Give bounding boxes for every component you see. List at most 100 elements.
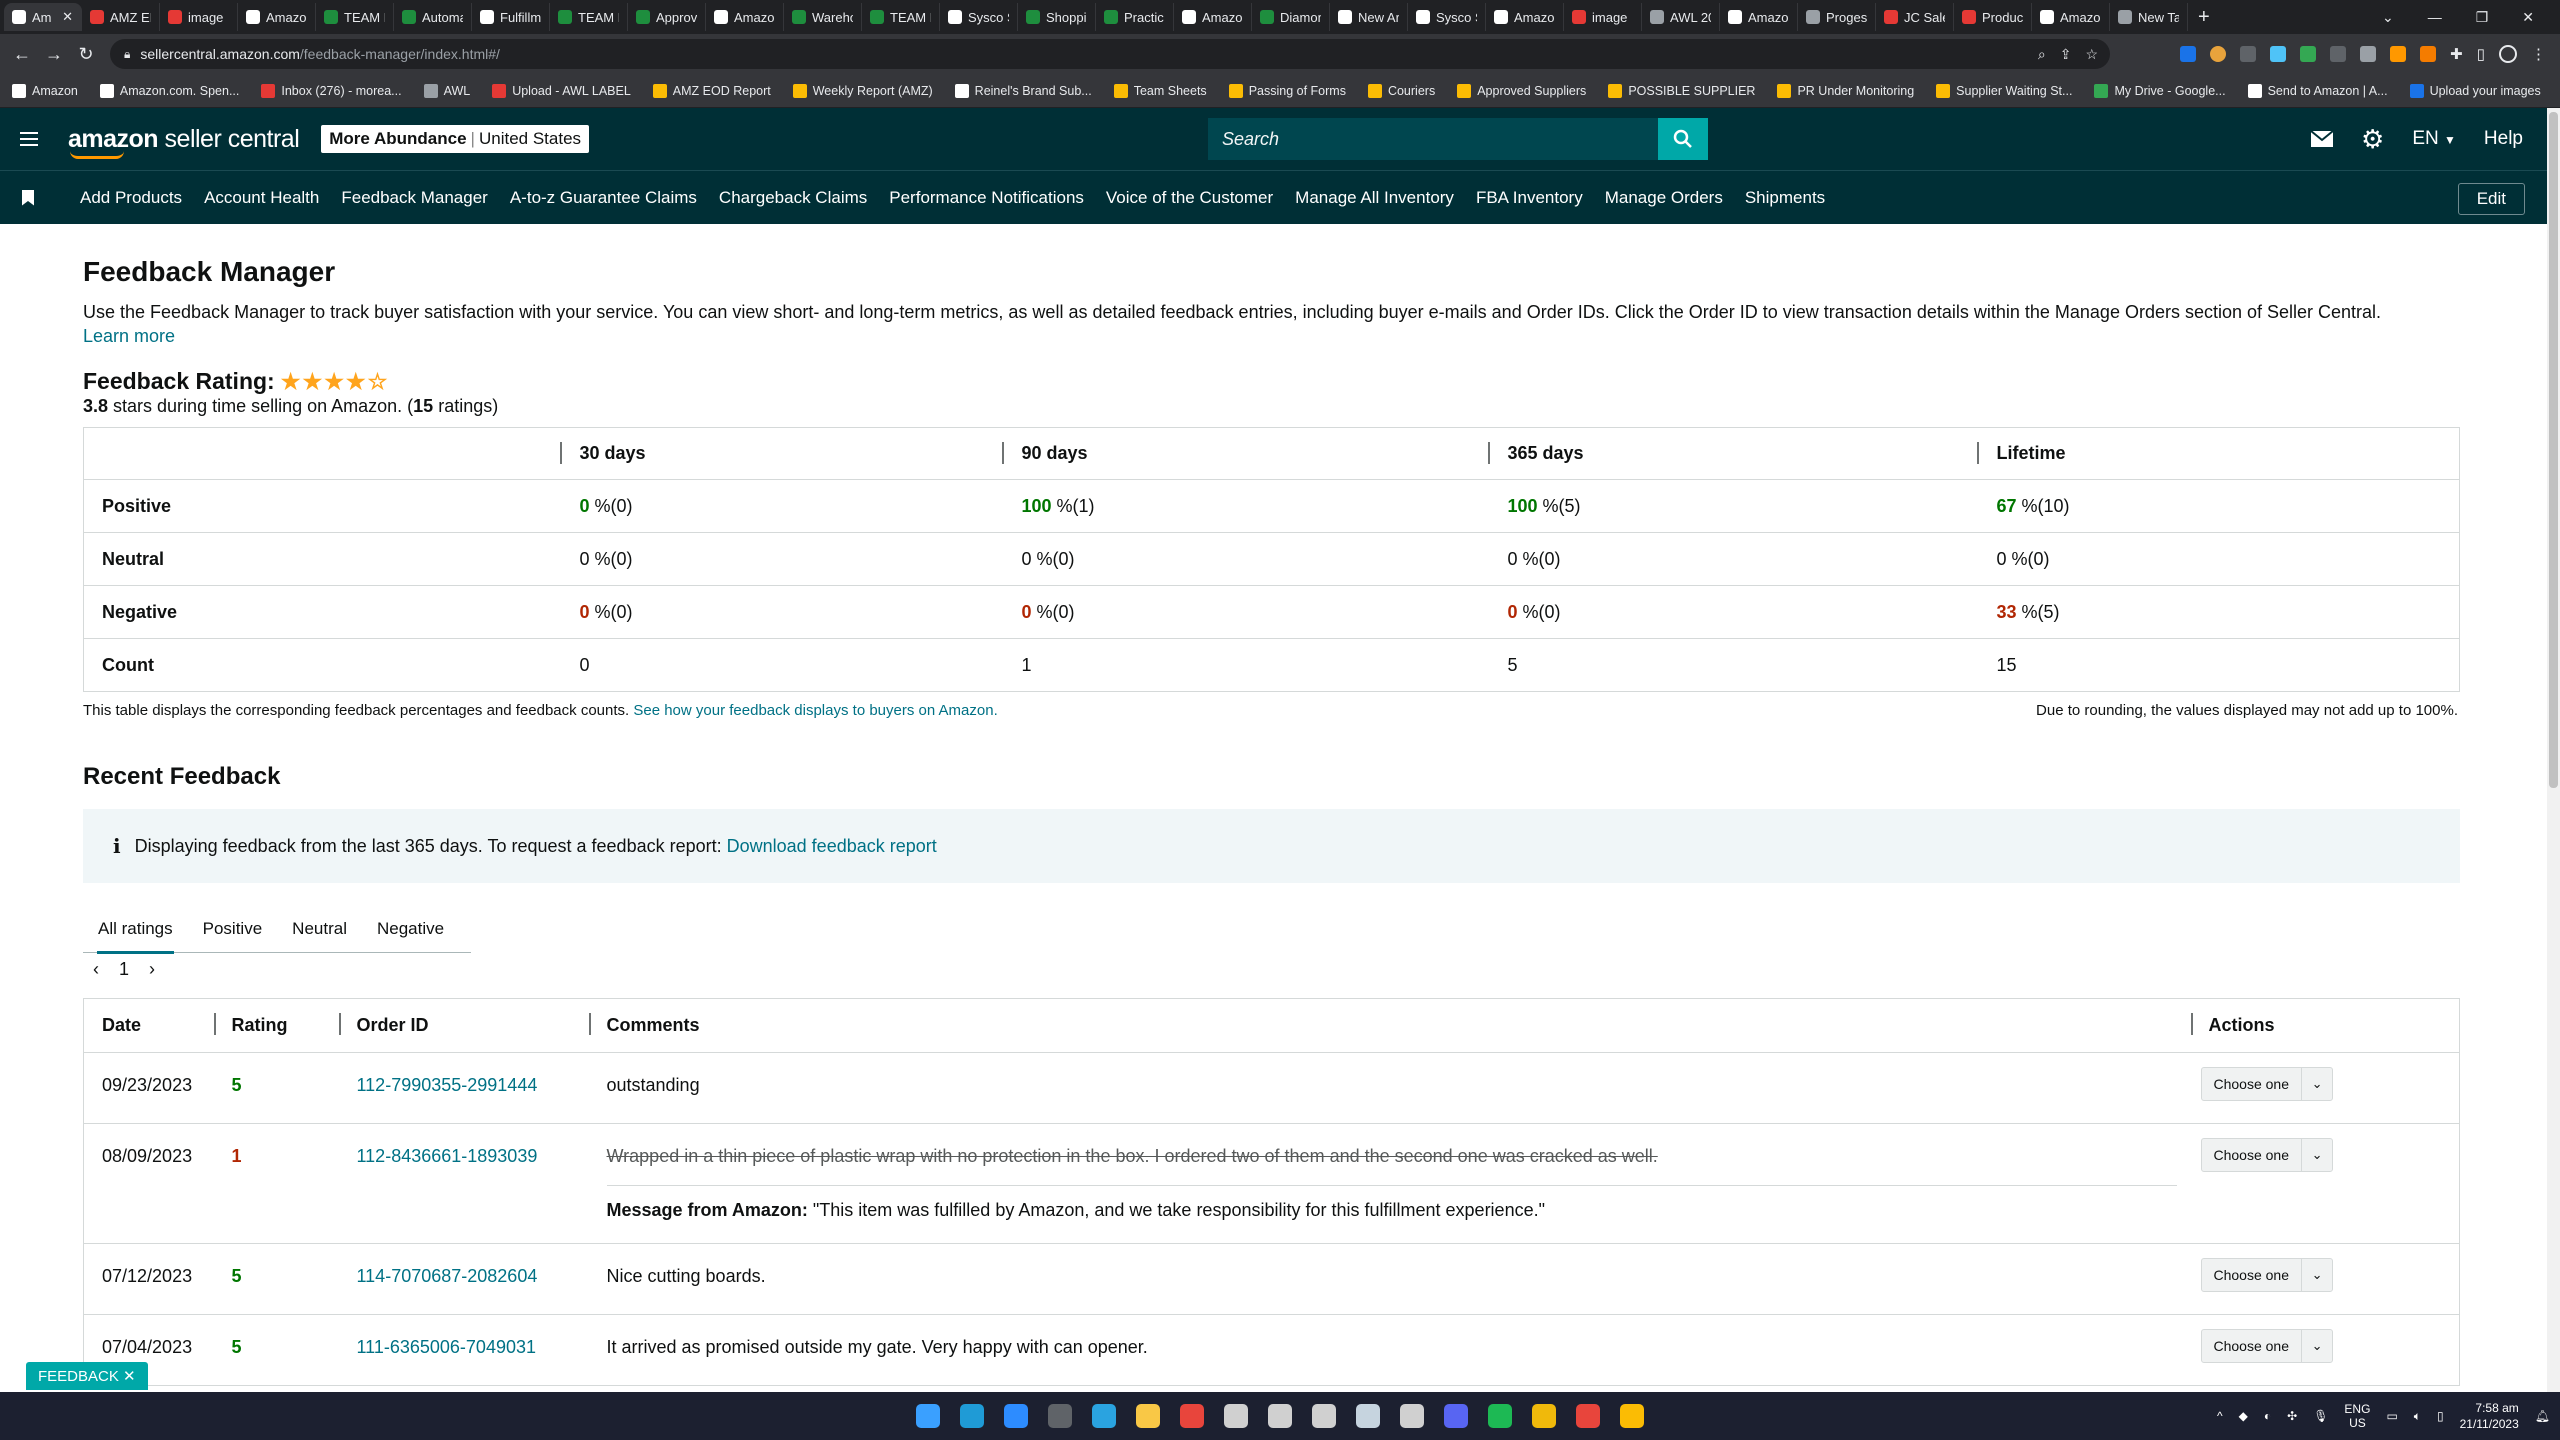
browser-tab[interactable]: Amazon (1720, 3, 1798, 31)
nav-link-manage-all-inventory[interactable]: Manage All Inventory (1295, 188, 1454, 208)
bookmark-item[interactable]: Couriers (1367, 83, 1435, 98)
chevron-up-icon[interactable]: ^ (2217, 1409, 2223, 1423)
help-link[interactable]: Help (2484, 128, 2523, 150)
browser-tab[interactable]: New Ar (1330, 3, 1408, 31)
browser-tab[interactable]: AWL 20 (1642, 3, 1720, 31)
browser-tab[interactable]: Shoppir (1018, 3, 1096, 31)
network-icon[interactable]: ▭ (2386, 1409, 2397, 1423)
discord-icon[interactable] (1444, 1404, 1468, 1428)
feedback-widget-tab[interactable]: FEEDBACK ✕ (26, 1362, 148, 1390)
extension-icon[interactable] (2360, 46, 2377, 62)
volume-icon[interactable]: 🔈︎ (2414, 1409, 2421, 1424)
order-id-link[interactable]: 111-6365006-7049031 (338, 1314, 589, 1386)
next-page-icon[interactable]: › (149, 959, 155, 980)
bookmark-item[interactable]: Amazon (12, 83, 78, 98)
profile-avatar-icon[interactable] (2499, 45, 2517, 63)
nav-link-shipments[interactable]: Shipments (1745, 188, 1825, 208)
browser-tab[interactable]: Product (1954, 3, 2032, 31)
extension-icon[interactable] (2420, 46, 2437, 62)
sidebar-icon[interactable]: ▯ (2477, 45, 2485, 63)
settings-app-icon[interactable] (1224, 1404, 1248, 1428)
edit-nav-button[interactable]: Edit (2457, 183, 2525, 215)
page-scrollbar[interactable] (2547, 108, 2560, 1392)
tab-close-icon[interactable]: ✕ (62, 9, 73, 25)
bookmark-item[interactable]: Passing of Forms (1228, 83, 1346, 98)
binance-icon[interactable] (1532, 1404, 1556, 1428)
language-selector[interactable]: EN ▼ (2412, 128, 2456, 150)
browser-tab[interactable]: Sysco S (1408, 3, 1486, 31)
bookmark-item[interactable]: Weekly Report (AMZ) (792, 83, 933, 98)
browser-tab[interactable]: Amazon (2032, 3, 2110, 31)
order-id-link[interactable]: 114-7070687-2082604 (338, 1243, 589, 1315)
bookmark-item[interactable]: AWL (423, 83, 470, 98)
chrome-menu-icon[interactable]: ⋮ (2531, 45, 2546, 63)
zoom-icon[interactable] (1004, 1404, 1028, 1428)
bookmark-item[interactable]: PR Under Monitoring (1777, 83, 1914, 98)
search-button[interactable] (1658, 118, 1708, 160)
feedback-display-link[interactable]: See how your feedback displays to buyers… (633, 702, 997, 719)
bookmark-item[interactable]: Amazon.com. Spen... (99, 83, 239, 98)
extension-icon[interactable] (2300, 46, 2317, 62)
notification-bell-icon[interactable]: 🔔︎ (2535, 1409, 2550, 1423)
browser-tab[interactable]: Sysco S (940, 3, 1018, 31)
chrome-profile-icon[interactable] (1576, 1404, 1600, 1428)
browser-tab[interactable]: Am ✕ (4, 3, 82, 31)
bookmark-item[interactable]: Send to Amazon | A... (2247, 83, 2388, 98)
bookmark-item[interactable]: Reinel's Brand Sub... (954, 83, 1092, 98)
bookmark-item[interactable]: Inbox (276) - morea... (261, 83, 402, 98)
minimize-button[interactable]: — (2428, 9, 2442, 25)
new-tab-plus-icon[interactable]: + (2198, 6, 2210, 29)
order-id-link[interactable]: 112-8436661-1893039 (338, 1123, 589, 1244)
prev-page-icon[interactable]: ‹ (93, 959, 99, 980)
browser-tab[interactable]: Diamon (1252, 3, 1330, 31)
extension-icon[interactable] (2330, 46, 2347, 62)
steam-icon[interactable] (1356, 1404, 1380, 1428)
windows-start-icon[interactable] (916, 1404, 940, 1428)
url-bar[interactable]: 🔒︎ sellercentral.amazon.com/feedback-man… (110, 39, 2110, 69)
bookmark-flag-icon[interactable] (22, 189, 34, 206)
browser-tab[interactable]: Fulfillme (472, 3, 550, 31)
bookmark-item[interactable]: Approved Suppliers (1457, 83, 1586, 98)
chrome-profile2-icon[interactable] (1620, 1404, 1644, 1428)
nav-link-add-products[interactable]: Add Products (80, 188, 182, 208)
back-button[interactable]: ← (6, 44, 38, 65)
battery-icon[interactable]: ▯ (2437, 1409, 2444, 1423)
maximize-button[interactable]: ❐ (2476, 9, 2489, 26)
tab-negative[interactable]: Negative (362, 905, 459, 953)
close-window-button[interactable]: ✕ (2522, 9, 2534, 26)
bookmark-item[interactable]: Team Sheets (1113, 83, 1207, 98)
bookmark-item[interactable]: AMZ EOD Report (652, 83, 771, 98)
download-feedback-report-link[interactable]: Download feedback report (727, 836, 937, 856)
browser-tab[interactable]: Automa (394, 3, 472, 31)
current-page[interactable]: 1 (119, 959, 129, 980)
tab-search-icon[interactable]: ⌄ (2382, 9, 2394, 26)
browser-tab[interactable]: TEAM M (862, 3, 940, 31)
telegram-icon[interactable] (1092, 1404, 1116, 1428)
settings-gear-icon[interactable]: ⚙ (2361, 124, 2384, 155)
language-indicator[interactable]: ENG US (2344, 1402, 2370, 1430)
spotify-icon[interactable] (1488, 1404, 1512, 1428)
epic-icon[interactable] (1400, 1404, 1424, 1428)
g-app-icon[interactable] (1268, 1404, 1292, 1428)
store-switcher[interactable]: More Abundance | United States (321, 125, 590, 153)
browser-tab[interactable]: Amazon (238, 3, 316, 31)
browser-tab[interactable]: image (1564, 3, 1642, 31)
browser-tab[interactable]: Practic (1096, 3, 1174, 31)
chrome-icon[interactable] (1180, 1404, 1204, 1428)
clock[interactable]: 7:58 am 21/11/2023 (2460, 1400, 2519, 1432)
tab-all-ratings[interactable]: All ratings (83, 905, 188, 954)
browser-tab[interactable]: image (160, 3, 238, 31)
bookmark-item[interactable]: My Drive - Google... (2094, 83, 2226, 98)
extension-icon[interactable] (2390, 46, 2407, 62)
nav-link-chargeback-claims[interactable]: Chargeback Claims (719, 188, 867, 208)
order-id-link[interactable]: 112-7990355-2991444 (338, 1052, 589, 1124)
nav-link-fba-inventory[interactable]: FBA Inventory (1476, 188, 1583, 208)
reload-button[interactable]: ↻ (70, 44, 102, 65)
actions-dropdown[interactable]: Choose one ⌄ (2200, 1138, 2334, 1172)
nav-link-account-health[interactable]: Account Health (204, 188, 319, 208)
star-bookmark-icon[interactable]: ☆ (2085, 46, 2098, 63)
browser-tab[interactable]: Wareho (784, 3, 862, 31)
puzzle-extensions-icon[interactable]: ✚ (2450, 45, 2463, 63)
tray-app-icon[interactable]: ◐ (2264, 1409, 2271, 1423)
microphone-icon[interactable]: 🎙︎ (2313, 1409, 2328, 1423)
